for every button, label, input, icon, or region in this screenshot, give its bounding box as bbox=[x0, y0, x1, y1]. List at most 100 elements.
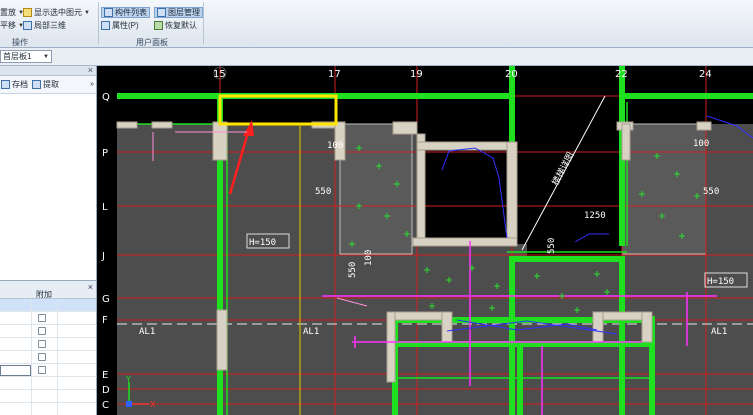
floor-combo[interactable]: 首层板1 ▼ bbox=[0, 50, 52, 63]
restore-icon bbox=[154, 21, 163, 30]
stair-void bbox=[422, 148, 512, 244]
drawing-canvas[interactable]: 楼梯详图 15 17 19 20 22 24 Q P L J G F E D C… bbox=[97, 66, 753, 415]
axis-letter: C bbox=[102, 400, 109, 411]
axis-letter: Q bbox=[102, 92, 110, 103]
component-panel: × 存档 提取 » bbox=[0, 65, 97, 280]
dim-label: 100 bbox=[693, 139, 709, 149]
extract-icon bbox=[32, 80, 41, 89]
selected-beam-highlight[interactable] bbox=[218, 94, 338, 126]
show-selected-button[interactable]: 显示选中图元 ▼ bbox=[23, 7, 90, 18]
property-value-field[interactable] bbox=[0, 365, 31, 376]
property-row[interactable] bbox=[0, 338, 96, 351]
column-divider bbox=[57, 299, 58, 415]
beam-label: AL1 bbox=[711, 327, 727, 337]
axis-number: 19 bbox=[410, 69, 423, 80]
layers-icon bbox=[157, 8, 166, 17]
ribbon-separator bbox=[98, 2, 99, 44]
axis-letter: P bbox=[102, 148, 108, 159]
more-icon[interactable]: » bbox=[90, 81, 94, 88]
property-row[interactable] bbox=[0, 299, 96, 312]
ramp-label: 楼梯详图 bbox=[549, 150, 577, 187]
properties-header: × 附加 bbox=[0, 281, 96, 299]
property-row[interactable] bbox=[0, 325, 96, 338]
axis-letter: J bbox=[101, 251, 105, 262]
properties-button[interactable]: 属性(P) bbox=[101, 20, 139, 31]
column-divider bbox=[31, 299, 32, 415]
property-row[interactable] bbox=[0, 312, 96, 325]
dim-label: H=150 bbox=[249, 238, 276, 248]
extract-label: 提取 bbox=[43, 80, 59, 89]
ucs-x-label: X bbox=[150, 400, 156, 409]
extract-button[interactable]: 提取 bbox=[32, 79, 59, 90]
dim-label: 550 bbox=[315, 187, 331, 197]
property-row[interactable] bbox=[0, 351, 96, 364]
save-button[interactable]: 存档 bbox=[1, 79, 28, 90]
property-row-editing[interactable] bbox=[0, 364, 96, 377]
properties-panel: × 附加 bbox=[0, 280, 97, 415]
ribbon-label: 平移 bbox=[0, 21, 16, 30]
axis-letter: F bbox=[102, 315, 108, 326]
floor-combo-value: 首层板1 bbox=[3, 52, 32, 61]
save-icon bbox=[1, 80, 10, 89]
save-label: 存档 bbox=[12, 80, 28, 89]
ribbon-label: 置放 bbox=[0, 8, 16, 17]
group-label-operations: 操作 bbox=[12, 38, 28, 47]
properties-icon bbox=[101, 21, 110, 30]
panel-toolbar: 存档 提取 » bbox=[0, 76, 96, 94]
axis-letter: D bbox=[102, 385, 110, 396]
checkbox[interactable] bbox=[38, 327, 46, 335]
dim-label: 100 bbox=[364, 250, 374, 266]
axis-number: 22 bbox=[615, 69, 628, 80]
ribbon: 置放 ▼ 平移 ▼ 显示选中图元 ▼ 局部三维 操作 构件列表 属性(P) 图层… bbox=[0, 0, 753, 48]
list-icon bbox=[104, 8, 113, 17]
axis-number: 17 bbox=[328, 69, 341, 80]
close-icon[interactable]: × bbox=[88, 65, 93, 75]
layer-manager-button[interactable]: 图层管理 bbox=[154, 7, 203, 18]
chevron-down-icon: ▼ bbox=[43, 53, 49, 60]
axis-number: 15 bbox=[213, 69, 226, 80]
ribbon-label: 局部三维 bbox=[34, 21, 66, 30]
checkbox[interactable] bbox=[38, 366, 46, 374]
property-row[interactable] bbox=[0, 377, 96, 390]
ribbon-label: 显示选中图元 bbox=[34, 8, 82, 17]
component-list-button[interactable]: 构件列表 bbox=[101, 7, 150, 18]
axis-letter: E bbox=[102, 370, 108, 381]
ribbon-separator bbox=[203, 2, 204, 44]
ribbon-btn-pan[interactable]: 平移 ▼ bbox=[0, 20, 24, 31]
highlight-icon bbox=[23, 8, 32, 17]
cad-app-window: 置放 ▼ 平移 ▼ 显示选中图元 ▼ 局部三维 操作 构件列表 属性(P) 图层… bbox=[0, 0, 753, 415]
axis-letter: L bbox=[102, 202, 108, 213]
floor-strip: 首层板1 ▼ bbox=[0, 48, 753, 66]
dim-label: 100 bbox=[327, 141, 343, 151]
checkbox[interactable] bbox=[38, 314, 46, 322]
dim-label: 1250 bbox=[584, 211, 606, 221]
local-3d-button[interactable]: 局部三维 bbox=[23, 20, 66, 31]
ribbon-label: 属性(P) bbox=[112, 21, 139, 30]
dim-label: H=150 bbox=[707, 277, 734, 287]
dropdown-caret-icon: ▼ bbox=[84, 9, 90, 16]
room-outlines bbox=[339, 123, 707, 255]
restore-default-button[interactable]: 恢复默认 bbox=[154, 20, 197, 31]
ucs-y-label: Y bbox=[125, 375, 131, 384]
ribbon-label: 构件列表 bbox=[115, 8, 147, 17]
axis-number: 20 bbox=[505, 69, 518, 80]
ribbon-btn-place[interactable]: 置放 ▼ bbox=[0, 7, 24, 18]
dim-label: 550 bbox=[547, 238, 557, 254]
ribbon-label: 图层管理 bbox=[168, 8, 200, 17]
axis-letter: G bbox=[102, 294, 110, 305]
axis-side-strip bbox=[97, 66, 117, 415]
ribbon-label: 恢复默认 bbox=[165, 21, 197, 30]
checkbox[interactable] bbox=[38, 340, 46, 348]
cube-3d-icon bbox=[23, 21, 32, 30]
checkbox[interactable] bbox=[38, 353, 46, 361]
cad-drawing[interactable]: 楼梯详图 15 17 19 20 22 24 Q P L J G F E D C… bbox=[97, 66, 753, 415]
dim-label: 550 bbox=[348, 262, 358, 278]
beam-label: AL1 bbox=[139, 327, 155, 337]
property-row[interactable] bbox=[0, 390, 96, 403]
close-icon[interactable]: × bbox=[88, 282, 93, 292]
panel-title-bar: × bbox=[0, 65, 96, 76]
group-label-user-panel: 用户面板 bbox=[136, 38, 168, 47]
dim-label: 550 bbox=[703, 187, 719, 197]
axis-header-strip bbox=[97, 66, 753, 94]
beam-label: AL1 bbox=[303, 327, 319, 337]
